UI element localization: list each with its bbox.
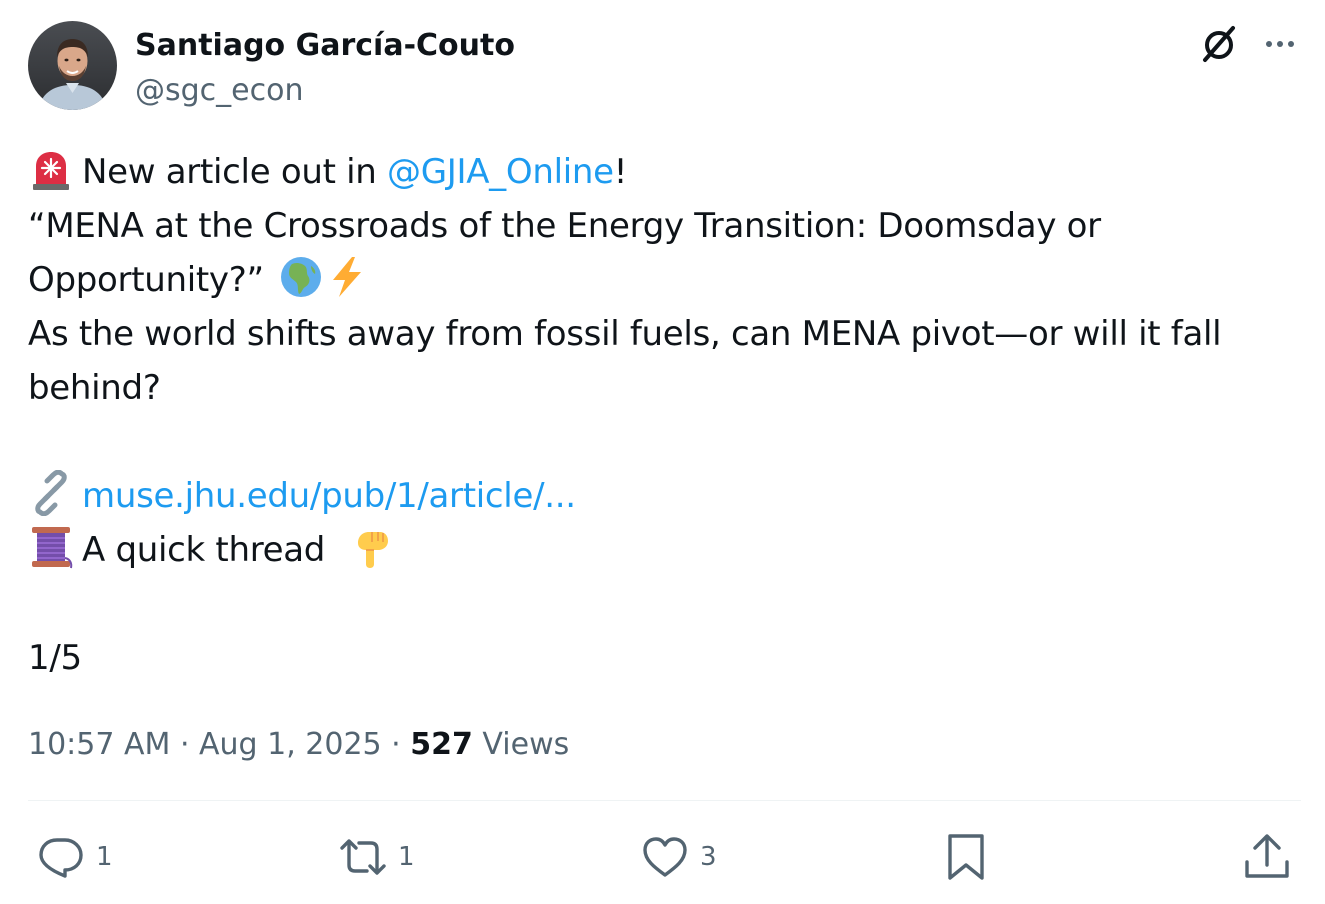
- divider: [28, 800, 1301, 801]
- share-button[interactable]: [1242, 832, 1292, 882]
- high-voltage-emoji: [324, 254, 370, 300]
- views-count: 527: [410, 727, 473, 762]
- pointing-down-emoji: [350, 524, 396, 570]
- globe-africa-emoji: [278, 254, 324, 300]
- tweet-line: “MENA at the Crossroads of the Energy Tr…: [28, 206, 1101, 246]
- thread-counter: 1/5: [28, 638, 82, 678]
- grok-button[interactable]: [1197, 22, 1241, 66]
- article-link[interactable]: muse.jhu.edu/pub/1/article/...: [82, 476, 576, 516]
- reply-count: 1: [96, 842, 113, 872]
- link-emoji: [28, 470, 74, 516]
- repost-button[interactable]: 1: [338, 832, 415, 882]
- author-name[interactable]: Santiago García-Couto: [135, 28, 515, 64]
- tweet-text: New article out in @GJIA_Online! “MENA a…: [28, 145, 1298, 685]
- like-button[interactable]: 3: [640, 832, 717, 882]
- rotating-light-emoji: [28, 146, 74, 192]
- tweet-line: A quick thread: [28, 523, 1298, 577]
- tweet-meta: 10:57 AM · Aug 1, 2025 · 527 Views: [28, 723, 569, 767]
- grok-icon: [1203, 26, 1235, 62]
- line8-text: A quick thread: [82, 530, 336, 570]
- bookmark-button[interactable]: [941, 832, 991, 882]
- line1-suffix: !: [613, 152, 628, 192]
- like-count: 3: [700, 842, 717, 872]
- reply-icon: [39, 838, 83, 878]
- meta-separator: ·: [381, 727, 411, 762]
- author-handle[interactable]: @sgc_econ: [135, 73, 304, 109]
- repost-count: 1: [398, 842, 415, 872]
- meta-separator: ·: [170, 727, 200, 762]
- line1-prefix: New article out in: [82, 152, 388, 192]
- tweet-date[interactable]: Aug 1, 2025: [199, 727, 382, 762]
- repost-icon: [340, 839, 386, 875]
- more-horizontal-icon: [1266, 41, 1294, 47]
- avatar[interactable]: [28, 21, 117, 110]
- line3-text: Opportunity?”: [28, 260, 264, 300]
- tweet-line: muse.jhu.edu/pub/1/article/...: [28, 469, 1298, 523]
- share-icon: [1245, 834, 1289, 878]
- heart-icon: [643, 837, 687, 877]
- views-label: Views: [472, 727, 570, 762]
- tweet-line: Opportunity?”: [28, 253, 1298, 307]
- tweet-time[interactable]: 10:57 AM: [28, 727, 170, 762]
- tweet-line: New article out in @GJIA_Online!: [28, 145, 1298, 199]
- mention-link[interactable]: @GJIA_Online: [387, 152, 614, 192]
- thread-spool-emoji: [28, 524, 74, 570]
- more-options-button[interactable]: [1258, 22, 1302, 66]
- bookmark-icon: [948, 834, 984, 880]
- reply-button[interactable]: 1: [36, 832, 113, 882]
- tweet-line: behind?: [28, 368, 161, 408]
- tweet-line: As the world shifts away from fossil fue…: [28, 314, 1222, 354]
